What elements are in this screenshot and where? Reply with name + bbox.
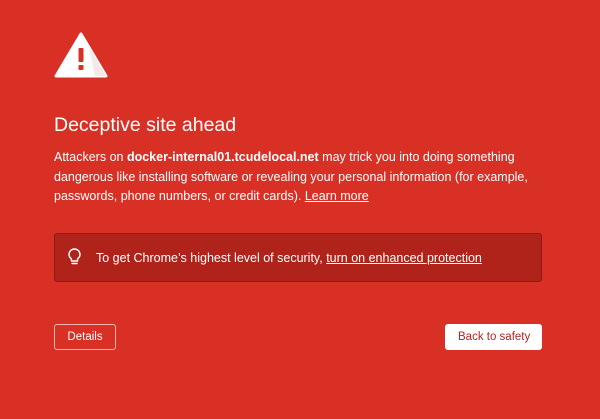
details-button[interactable]: Details (54, 324, 116, 350)
enhanced-protection-banner: To get Chrome’s highest level of securit… (54, 233, 542, 282)
back-to-safety-button[interactable]: Back to safety (445, 324, 542, 350)
page-title: Deceptive site ahead (54, 114, 237, 136)
enhanced-protection-link[interactable]: turn on enhanced protection (326, 251, 482, 265)
enhanced-protection-label: To get Chrome’s highest level of securit… (96, 251, 327, 265)
learn-more-link[interactable]: Learn more (305, 189, 369, 203)
interstitial-page: Deceptive site ahead Attackers on docker… (54, 0, 542, 419)
explanation-prefix: Attackers on (54, 150, 127, 164)
lightbulb-icon (68, 248, 81, 265)
enhanced-protection-text: To get Chrome’s highest level of securit… (96, 250, 482, 266)
explanation-paragraph: Attackers on docker-internal01.tcudeloca… (54, 148, 542, 207)
site-domain: docker-internal01.tcudelocal.net (126, 150, 319, 164)
warning-triangle-icon (54, 32, 108, 78)
